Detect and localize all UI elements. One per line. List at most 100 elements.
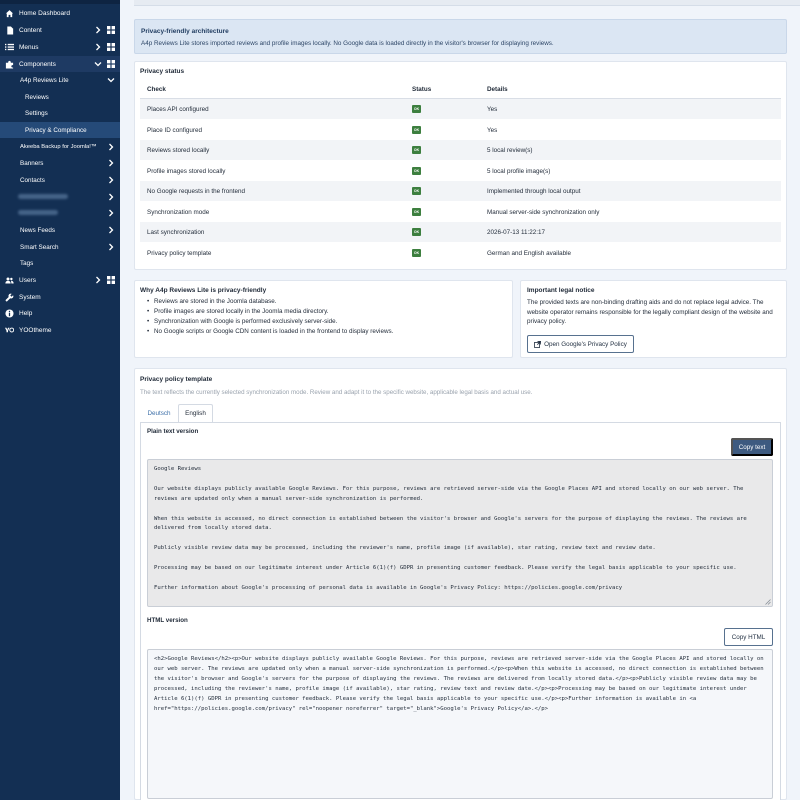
yootheme-icon (5, 326, 14, 335)
status-badge: OK (412, 249, 421, 257)
status-badge: OK (412, 187, 421, 195)
chevron-right-icon (96, 43, 101, 51)
sidebar-item-users[interactable]: Users (0, 272, 120, 288)
sidebar-item-reviews[interactable]: Reviews (0, 89, 120, 105)
open-google-privacy-button[interactable]: Open Google's Privacy Policy (527, 335, 634, 353)
sidebar-item-home[interactable]: Home Dashboard (0, 5, 120, 21)
check-cell: No Google requests in the frontend (147, 188, 246, 195)
sidebar-item-a4p[interactable]: A4p Reviews Lite (0, 72, 120, 88)
grid-icon[interactable] (107, 43, 115, 51)
chevron-right-icon (109, 176, 114, 184)
sidebar-item-label: Reviews (25, 93, 49, 101)
sidebar-item-label: Privacy & Compliance (25, 126, 87, 134)
table-row: Place ID configured OK Yes (140, 120, 781, 140)
sidebar-item-label: Menus (19, 43, 39, 51)
why-title: Why A4p Reviews Lite is privacy-friendly (140, 287, 267, 294)
sidebar-item-contacts[interactable]: Contacts (0, 172, 120, 188)
chevron-right-icon (109, 226, 114, 234)
details-cell: 5 local review(s) (487, 147, 533, 154)
puzzle-icon (5, 60, 14, 69)
chevron-right-icon (96, 276, 101, 284)
sidebar-item-tags[interactable]: Tags (0, 255, 120, 271)
sidebar-item-label: Akeeba Backup for Joomla!™ (20, 144, 97, 150)
resize-handle-icon[interactable] (765, 599, 771, 605)
sidebar-item-redacted-1[interactable] (0, 189, 120, 205)
details-cell: Manual server-side synchronization only (487, 209, 600, 216)
sidebar-item-label: Content (19, 26, 42, 34)
sidebar-item-news-feeds[interactable]: News Feeds (0, 222, 120, 238)
redacted-label (18, 210, 58, 215)
notice-title: Privacy-friendly architecture (141, 28, 229, 35)
sidebar-item-yootheme[interactable]: YOOtheme (0, 322, 120, 338)
list-icon (5, 43, 14, 52)
privacy-status-title: Privacy status (140, 68, 185, 75)
status-badge: OK (412, 208, 421, 216)
file-icon (5, 25, 14, 35)
chevron-right-icon (109, 243, 114, 251)
sidebar-item-label: News Feeds (20, 226, 55, 234)
html-text-area[interactable]: <h2>Google Reviews</h2><p>Our website di… (147, 649, 773, 799)
grid-icon[interactable] (107, 60, 115, 68)
details-cell: 2026-07-13 11:22:17 (487, 229, 546, 236)
chevron-down-icon (107, 78, 115, 83)
column-header-details: Details (487, 86, 508, 93)
sidebar-item-system[interactable]: System (0, 289, 120, 305)
table-row: Last synchronization OK 2026-07-13 11:22… (140, 222, 781, 242)
list-item: Synchronization with Google is performed… (147, 317, 393, 327)
status-badge: OK (412, 228, 421, 236)
sidebar-item-akeeba[interactable]: Akeeba Backup for Joomla!™ (0, 139, 120, 155)
template-title: Privacy policy template (140, 376, 213, 383)
external-link-icon (534, 340, 542, 348)
chevron-right-icon (109, 209, 114, 217)
grid-icon[interactable] (107, 276, 115, 284)
sidebar-item-smart-search[interactable]: Smart Search (0, 239, 120, 255)
check-cell: Synchronization mode (147, 209, 210, 216)
sidebar-item-help[interactable]: Help (0, 305, 120, 321)
list-item: No Google scripts or Google CDN content … (147, 327, 393, 337)
grid-icon[interactable] (107, 26, 115, 34)
status-badge: OK (412, 105, 421, 113)
status-badge: OK (412, 126, 421, 134)
users-icon (5, 276, 14, 285)
chevron-right-icon (109, 193, 114, 201)
table-row: Places API configured OK Yes (140, 99, 781, 119)
button-label: Open Google's Privacy Policy (544, 340, 627, 348)
sidebar-item-banners[interactable]: Banners (0, 155, 120, 171)
status-badge: OK (412, 146, 421, 154)
sidebar-item-content[interactable]: Content (0, 22, 120, 38)
table-row: Synchronization mode OK Manual server-si… (140, 202, 781, 222)
legal-text: The provided texts are non-binding draft… (527, 299, 773, 325)
notice-text: A4p Reviews Lite stores imported reviews… (141, 40, 554, 47)
details-cell: German and English available (487, 250, 572, 257)
sidebar-item-settings[interactable]: Settings (0, 105, 120, 121)
list-item: Reviews are stored in the Joomla databas… (147, 297, 393, 307)
plain-text-area[interactable]: Google Reviews Our website displays publ… (147, 459, 773, 607)
sidebar-item-label: Help (19, 309, 33, 317)
copy-text-button[interactable]: Copy text (731, 438, 773, 456)
tab-english[interactable]: English (178, 404, 213, 422)
copy-html-button[interactable]: Copy HTML (724, 628, 773, 646)
sidebar-item-label: System (19, 293, 41, 301)
sidebar: Home Dashboard Content Menus Components … (0, 0, 120, 800)
details-cell: Yes (487, 106, 498, 113)
plain-text-label: Plain text version (147, 428, 199, 435)
chevron-right-icon (109, 143, 114, 151)
sidebar-item-menus[interactable]: Menus (0, 39, 120, 55)
check-cell: Privacy policy template (147, 250, 212, 257)
sidebar-item-components[interactable]: Components (0, 56, 120, 72)
wrench-icon (5, 293, 14, 302)
table-row: No Google requests in the frontend OK Im… (140, 181, 781, 201)
sidebar-item-label: Users (19, 276, 36, 284)
sidebar-item-privacy-compliance[interactable]: Privacy & Compliance (0, 122, 120, 138)
check-cell: Profile images stored locally (147, 168, 226, 175)
sidebar-item-label: Components (19, 60, 56, 68)
sidebar-item-label: Smart Search (20, 243, 59, 251)
chevron-down-icon (94, 62, 102, 67)
sidebar-item-redacted-2[interactable] (0, 205, 120, 221)
sidebar-item-label: Tags (20, 259, 34, 267)
template-subtitle: The text reflects the currently selected… (140, 389, 533, 396)
redacted-label (18, 194, 68, 199)
column-header-status: Status (412, 86, 432, 93)
sidebar-item-label: Banners (20, 159, 44, 167)
tab-deutsch[interactable]: Deutsch (140, 404, 178, 422)
